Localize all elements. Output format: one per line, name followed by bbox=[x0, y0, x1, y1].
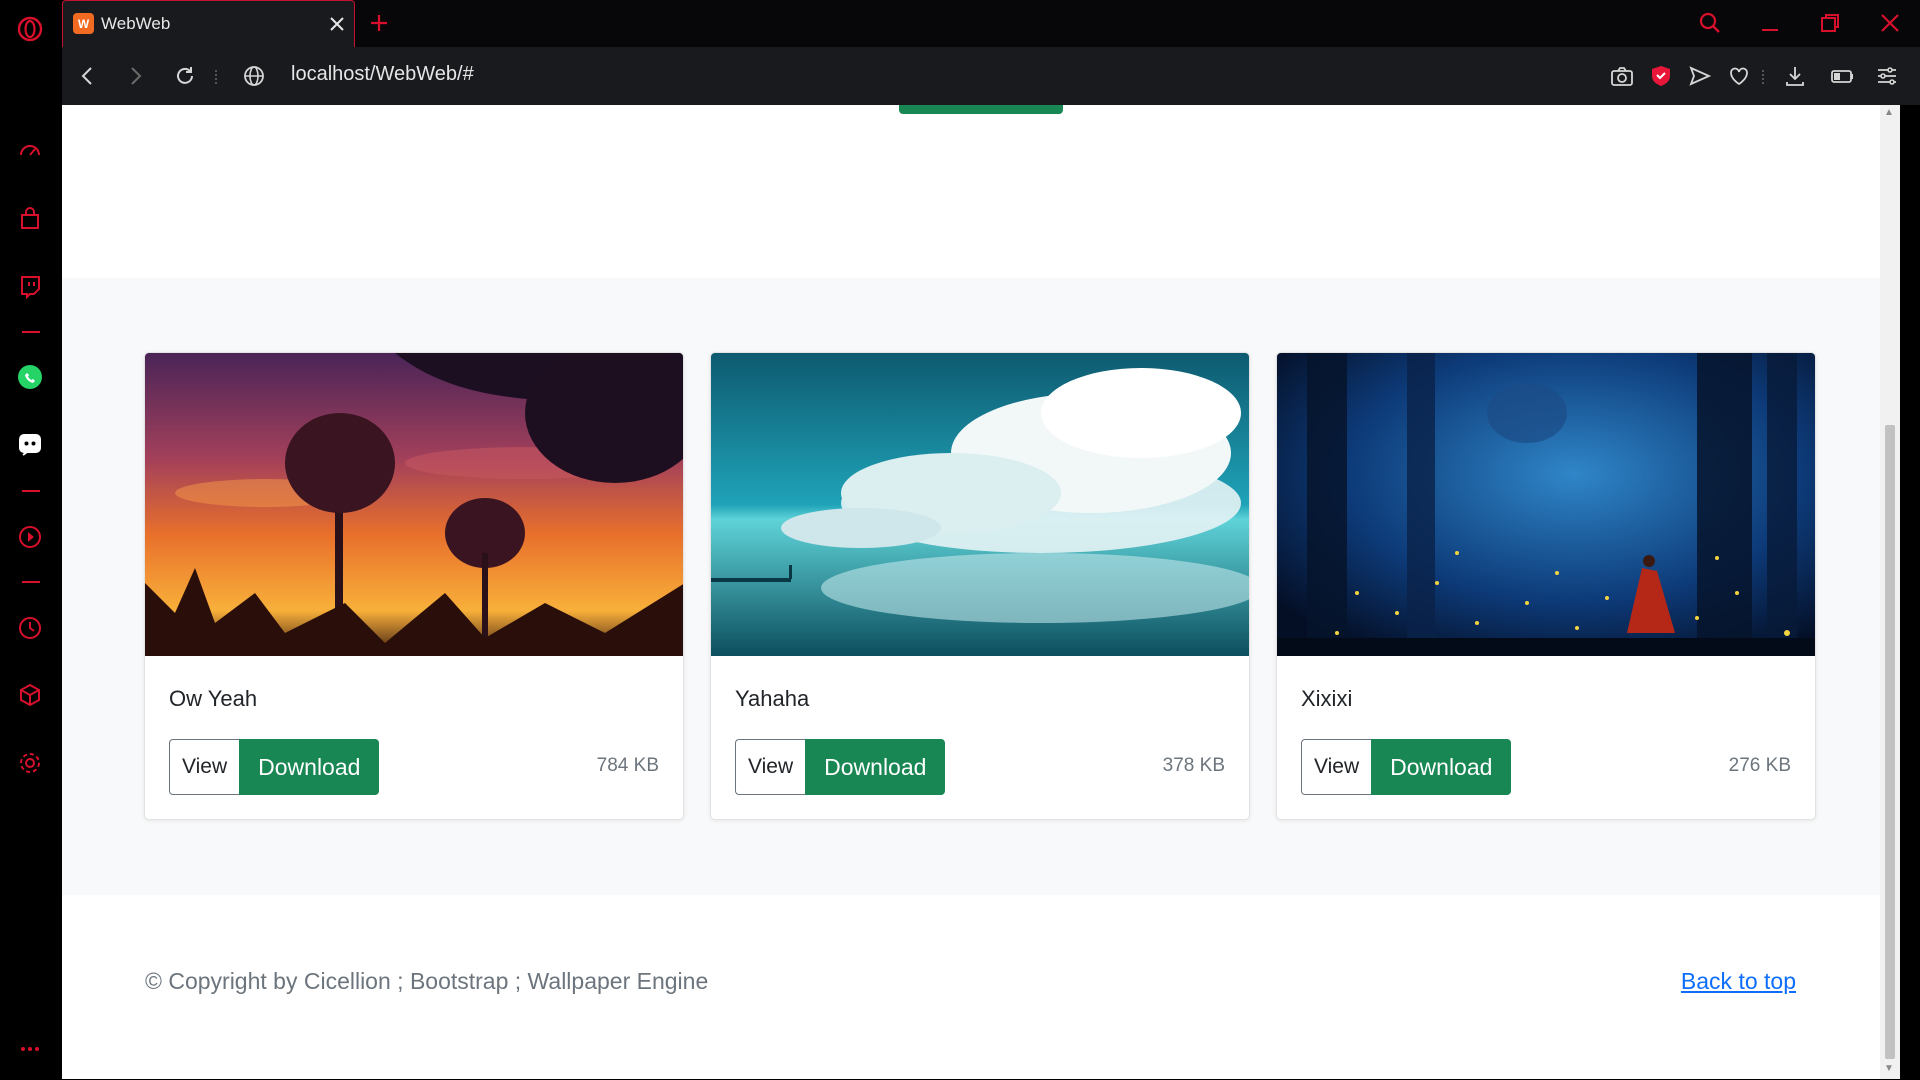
card-title: Ow Yeah bbox=[169, 686, 258, 711]
speed-dial-icon[interactable] bbox=[15, 136, 45, 166]
more-icon[interactable] bbox=[15, 1034, 45, 1064]
minimize-icon[interactable] bbox=[1757, 10, 1783, 36]
xampp-favicon-icon: W bbox=[73, 13, 94, 34]
settings-icon[interactable] bbox=[15, 748, 45, 778]
view-button[interactable]: View bbox=[1301, 739, 1372, 795]
hero-button-partial[interactable] bbox=[899, 105, 1063, 114]
restore-icon[interactable] bbox=[1817, 10, 1843, 36]
file-size: 276 KB bbox=[1728, 755, 1791, 776]
back-icon[interactable] bbox=[75, 63, 101, 89]
wallpaper-card: Ow Yeah View Download 784 KB bbox=[144, 352, 684, 820]
opera-sidebar bbox=[0, 0, 62, 1080]
whatsapp-icon[interactable] bbox=[15, 362, 45, 392]
card-button-group: View Download bbox=[735, 739, 946, 795]
forward-icon[interactable] bbox=[122, 63, 148, 89]
download-button[interactable]: Download bbox=[805, 739, 946, 795]
file-size: 378 KB bbox=[1162, 755, 1225, 776]
footer-copyright: © Copyright by Cicellion ; Bootstrap ; W… bbox=[145, 968, 709, 994]
download-button[interactable]: Download bbox=[1371, 739, 1512, 795]
page-viewport: Ow Yeah View Download 784 KB Yahaha View… bbox=[62, 105, 1900, 1079]
card-button-group: View Download bbox=[169, 739, 380, 795]
send-icon[interactable] bbox=[1687, 63, 1713, 89]
globe-icon[interactable] bbox=[241, 63, 267, 89]
card-thumbnail-forest[interactable] bbox=[1277, 353, 1816, 656]
search-tabs-icon[interactable] bbox=[1697, 10, 1723, 36]
scrollbar[interactable]: ▲ ▼ bbox=[1880, 105, 1900, 1079]
album-section: Ow Yeah View Download 784 KB Yahaha View… bbox=[62, 278, 1900, 895]
address-bar: localhost/WebWeb/# bbox=[62, 47, 1920, 105]
scroll-thumb[interactable] bbox=[1885, 425, 1895, 1059]
card-button-group: View Download bbox=[1301, 739, 1512, 795]
download-icon[interactable] bbox=[1782, 63, 1808, 89]
battery-saver-icon[interactable] bbox=[1829, 63, 1855, 89]
sidebar-divider bbox=[22, 581, 40, 583]
card-thumbnail-clouds[interactable] bbox=[711, 353, 1250, 656]
card-title: Xixixi bbox=[1301, 686, 1353, 711]
card-title: Yahaha bbox=[735, 686, 810, 711]
scroll-up-icon[interactable]: ▲ bbox=[1884, 107, 1896, 119]
new-tab-plus-icon[interactable] bbox=[367, 11, 391, 35]
file-size: 784 KB bbox=[596, 755, 659, 776]
wallpaper-card: Xixixi View Download 276 KB bbox=[1276, 352, 1816, 820]
easy-setup-icon[interactable] bbox=[1874, 63, 1900, 89]
view-button[interactable]: View bbox=[169, 739, 240, 795]
scroll-down-icon[interactable]: ▼ bbox=[1884, 1063, 1896, 1075]
sidebar-divider bbox=[22, 331, 40, 333]
sidebar-divider bbox=[22, 490, 40, 492]
url-field[interactable]: localhost/WebWeb/# bbox=[291, 63, 474, 86]
reload-icon[interactable] bbox=[172, 63, 198, 89]
download-button[interactable]: Download bbox=[239, 739, 380, 795]
toolbar-divider bbox=[215, 70, 218, 84]
heart-bookmark-icon[interactable] bbox=[1726, 63, 1752, 89]
wallpaper-card: Yahaha View Download 378 KB bbox=[710, 352, 1250, 820]
close-icon[interactable] bbox=[325, 12, 349, 36]
player-icon[interactable] bbox=[15, 522, 45, 552]
tab-strip: W WebWeb bbox=[62, 0, 1920, 47]
back-to-top-link[interactable]: Back to top bbox=[1681, 968, 1796, 995]
twitch-icon[interactable] bbox=[15, 271, 45, 301]
discord-icon[interactable] bbox=[15, 429, 45, 459]
history-icon[interactable] bbox=[15, 613, 45, 643]
opera-logo-icon[interactable] bbox=[15, 14, 45, 44]
shopping-icon[interactable] bbox=[15, 204, 45, 234]
tab-title: WebWeb bbox=[101, 14, 171, 33]
extensions-icon[interactable] bbox=[15, 680, 45, 710]
snapshot-camera-icon[interactable] bbox=[1609, 63, 1635, 89]
card-thumbnail-sunset[interactable] bbox=[145, 353, 684, 656]
tab-webweb[interactable]: W WebWeb bbox=[62, 0, 355, 47]
toolbar-divider bbox=[1762, 70, 1765, 84]
view-button[interactable]: View bbox=[735, 739, 806, 795]
window-close-icon[interactable] bbox=[1877, 10, 1903, 36]
adblock-shield-icon[interactable] bbox=[1648, 63, 1674, 89]
